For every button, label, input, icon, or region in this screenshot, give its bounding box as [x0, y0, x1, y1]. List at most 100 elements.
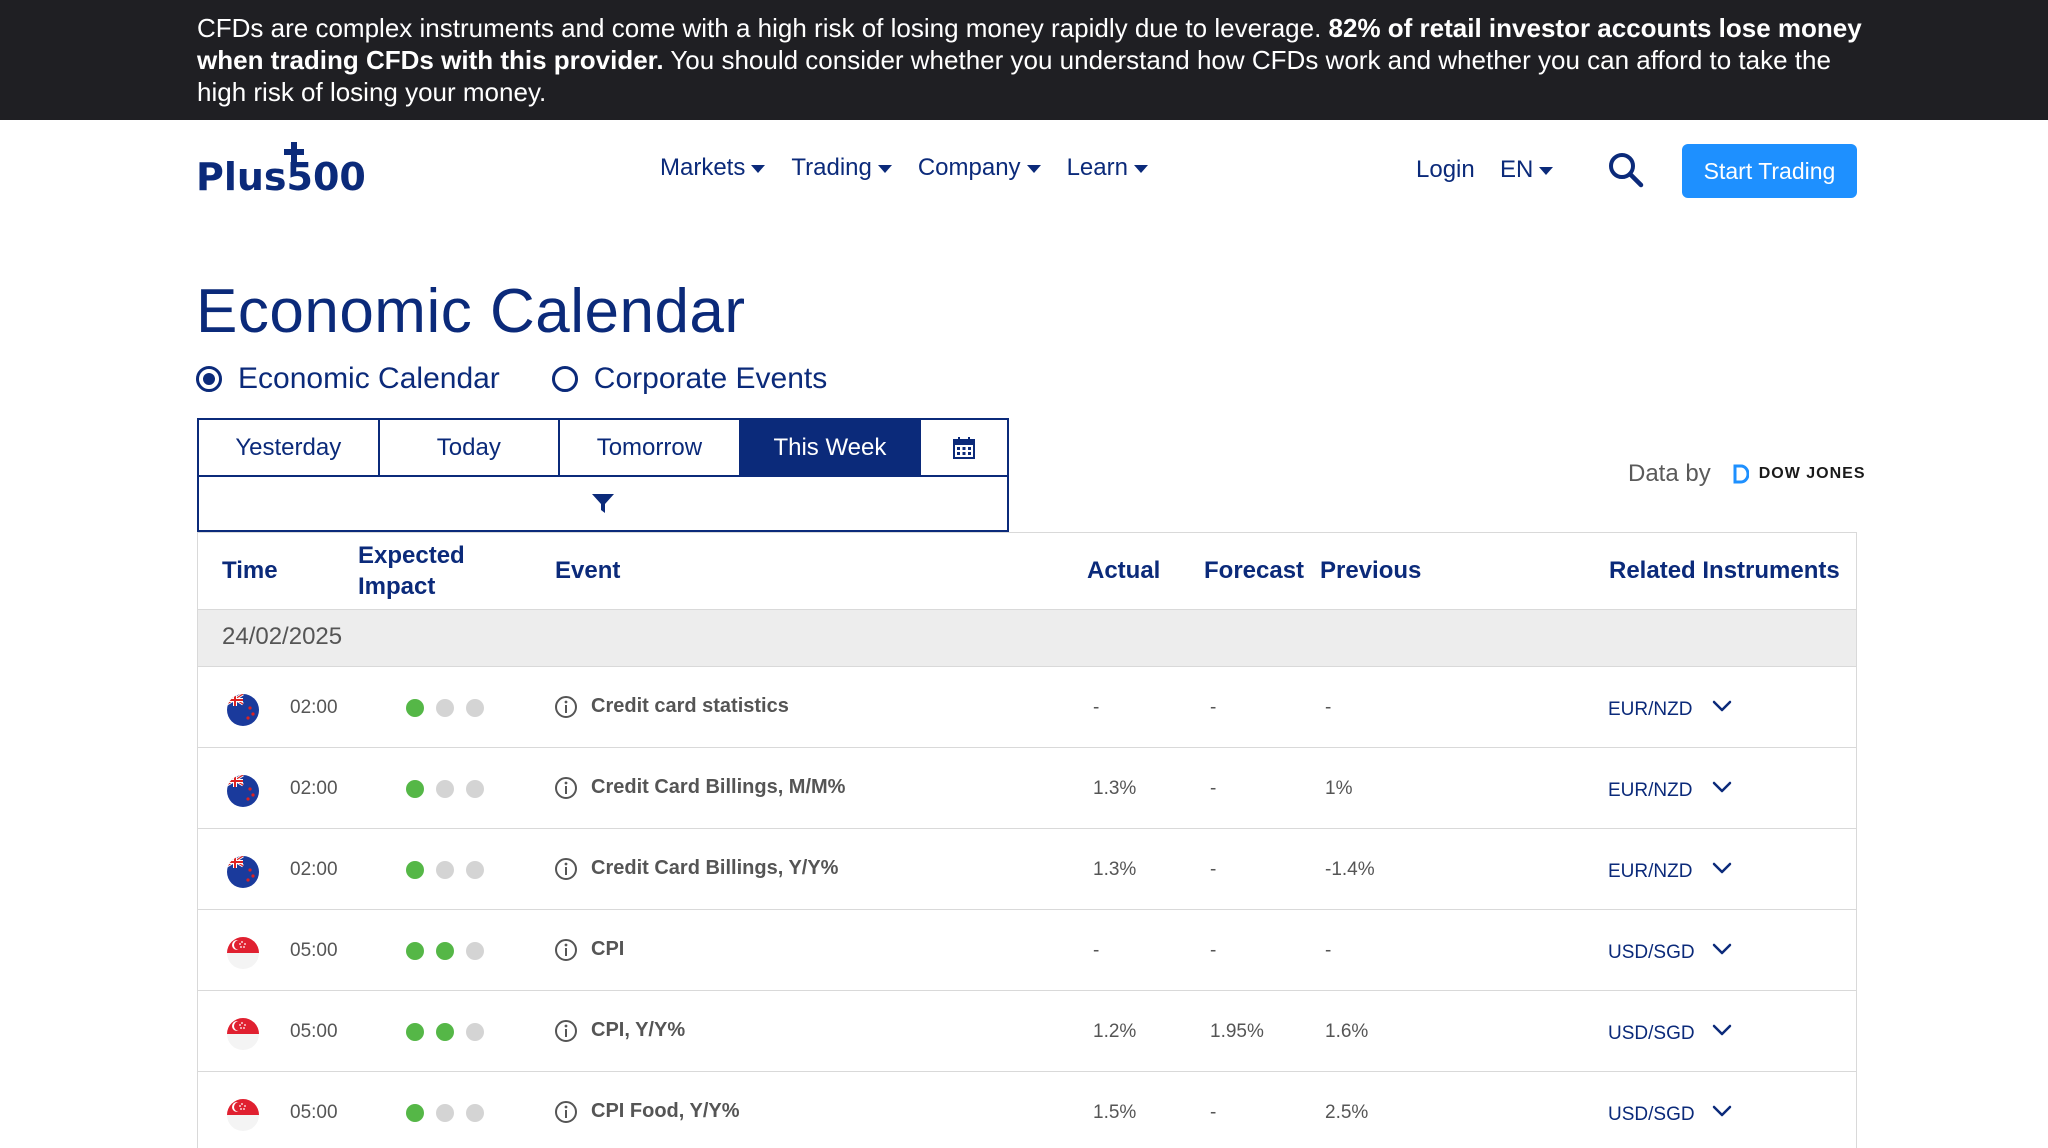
related-instrument-link[interactable]: USD/SGD [1608, 942, 1695, 964]
filter-toggle[interactable] [199, 477, 1007, 530]
related-instrument-link[interactable]: EUR/NZD [1608, 699, 1692, 721]
event-name: CPI, Y/Y% [591, 1019, 686, 1041]
impact-dot [436, 1023, 454, 1041]
info-icon[interactable] [554, 695, 578, 719]
impact-dot [406, 861, 424, 879]
nav-label: Company [917, 154, 1021, 181]
forecast-value: 1.95% [1210, 1021, 1264, 1042]
impact-dot [406, 780, 424, 798]
impact-dot [436, 942, 454, 960]
impact-dot [466, 861, 484, 879]
table-row[interactable]: 05:00 CPI, Y/Y% 1.2% 1.95% 1.6% USD/SGD [198, 991, 1856, 1072]
event-name: Credit card statistics [591, 695, 789, 717]
language-selector[interactable]: EN [1500, 156, 1554, 184]
event-time: 02:00 [290, 859, 338, 880]
related-instrument-link[interactable]: USD/SGD [1608, 1104, 1695, 1126]
radio-checked-icon [196, 366, 222, 392]
date-group-row: 24/02/2025 [198, 610, 1856, 667]
login-link[interactable]: Login [1416, 156, 1475, 184]
event-time: 05:00 [290, 940, 338, 961]
actual-value: 1.5% [1093, 1102, 1137, 1123]
logo-text: Plus500 [196, 155, 366, 198]
header-impact-line2: Impact [358, 573, 436, 600]
header-expected-impact: Expected Impact [358, 540, 465, 602]
impact-indicator [406, 1023, 484, 1041]
table-row[interactable]: 02:00 Credit card statistics - - - EUR/N… [198, 667, 1856, 748]
nav-learn[interactable]: Learn [1067, 154, 1148, 182]
country-flag-icon [227, 856, 259, 888]
chevron-down-icon[interactable] [1711, 695, 1733, 717]
event-time: 05:00 [290, 1021, 338, 1042]
header-related-instruments: Related Instruments [1609, 557, 1840, 584]
table-row[interactable]: 05:00 CPI Food, Y/Y% 1.5% - 2.5% USD/SGD [198, 1072, 1856, 1148]
related-instrument-link[interactable]: EUR/NZD [1608, 780, 1692, 802]
related-instrument-link[interactable]: EUR/NZD [1608, 861, 1692, 883]
info-icon[interactable] [554, 1100, 578, 1124]
impact-dot [436, 1104, 454, 1122]
table-header: Time Expected Impact Event Actual Foreca… [198, 533, 1856, 610]
nav-trading[interactable]: Trading [791, 154, 892, 182]
impact-dot [466, 1023, 484, 1041]
forecast-value: - [1210, 859, 1217, 880]
info-icon[interactable] [554, 1019, 578, 1043]
data-attribution: Data by DOW JONES [1628, 460, 1866, 488]
chevron-down-icon[interactable] [1711, 776, 1733, 798]
country-flag-icon [227, 937, 259, 969]
impact-indicator [406, 861, 484, 879]
previous-value: 1.6% [1325, 1021, 1369, 1042]
impact-indicator [406, 780, 484, 798]
table-row[interactable]: 02:00 Credit Card Billings, Y/Y% 1.3% - … [198, 829, 1856, 910]
search-icon[interactable] [1606, 150, 1646, 190]
actual-value: 1.3% [1093, 859, 1137, 880]
chevron-down-icon[interactable] [1711, 938, 1733, 960]
nav-markets[interactable]: Markets [660, 154, 766, 182]
nav-label: Learn [1066, 154, 1128, 181]
actual-value: 1.2% [1093, 1021, 1137, 1042]
previous-value: -1.4% [1325, 859, 1375, 880]
nav-label: Trading [791, 154, 872, 181]
impact-dot [436, 780, 454, 798]
nav-company[interactable]: Company [918, 154, 1041, 182]
table-row[interactable]: 02:00 Credit Card Billings, M/M% 1.3% - … [198, 748, 1856, 829]
event-time: 02:00 [290, 697, 338, 718]
previous-value: - [1325, 940, 1332, 961]
caret-down-icon [1026, 165, 1041, 173]
calendar-type-radio-group: Economic Calendar Corporate Events [196, 362, 879, 396]
header-forecast: Forecast [1204, 557, 1305, 584]
nav-label: Markets [660, 154, 746, 181]
info-icon[interactable] [554, 857, 578, 881]
chevron-down-icon[interactable] [1711, 1019, 1733, 1041]
radio-label: Economic Calendar [238, 362, 500, 395]
table-body: 02:00 Credit card statistics - - - EUR/N… [198, 667, 1856, 1148]
chevron-down-icon[interactable] [1711, 857, 1733, 879]
caret-down-icon [1133, 165, 1148, 173]
impact-dot [406, 699, 424, 717]
tab-calendar-picker[interactable] [921, 420, 1007, 475]
start-trading-button[interactable]: Start Trading [1682, 144, 1857, 198]
table-row[interactable]: 05:00 CPI - - - USD/SGD [198, 910, 1856, 991]
related-instrument-link[interactable]: USD/SGD [1608, 1023, 1695, 1045]
data-source-name: DOW JONES [1758, 465, 1866, 482]
previous-value: 2.5% [1325, 1102, 1369, 1123]
economic-calendar-table: Time Expected Impact Event Actual Foreca… [197, 532, 1857, 1148]
site-header: Plus500 Markets Trading Company Learn Lo… [0, 120, 2048, 220]
tab-tomorrow[interactable]: Tomorrow [560, 420, 741, 475]
date-label: 24/02/2025 [222, 623, 343, 650]
info-icon[interactable] [554, 776, 578, 800]
risk-warning-text: CFDs are complex instruments and come wi… [197, 12, 1867, 108]
chevron-down-icon[interactable] [1711, 1100, 1733, 1122]
info-icon[interactable] [554, 938, 578, 962]
radio-economic-calendar[interactable]: Economic Calendar [196, 362, 500, 396]
event-time: 05:00 [290, 1102, 338, 1123]
tab-today[interactable]: Today [379, 420, 561, 475]
forecast-value: - [1210, 697, 1217, 718]
tab-yesterday[interactable]: Yesterday [199, 420, 380, 475]
header-event: Event [555, 557, 621, 584]
header-impact-line1: Expected [358, 542, 465, 569]
country-flag-icon [227, 694, 259, 726]
plus500-logo[interactable]: Plus500 [196, 140, 396, 198]
event-name: Credit Card Billings, Y/Y% [591, 857, 839, 879]
tab-this-week[interactable]: This Week [740, 420, 922, 475]
radio-corporate-events[interactable]: Corporate Events [551, 362, 827, 396]
data-by-label: Data by [1628, 460, 1711, 487]
